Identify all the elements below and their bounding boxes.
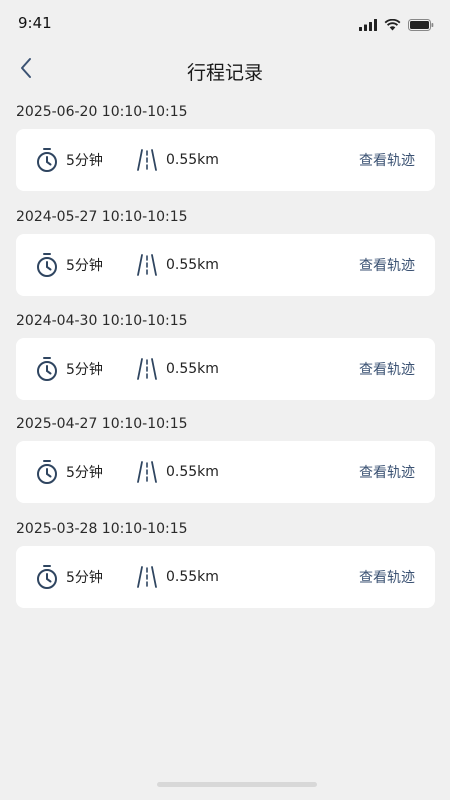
distance-stat: 0.55km [136, 338, 219, 400]
stopwatch-icon [36, 147, 58, 173]
road-icon [136, 148, 158, 172]
duration-value: 5分钟 [66, 570, 103, 586]
distance-stat: 0.55km [136, 129, 219, 191]
duration-stat: 5分钟 [36, 234, 103, 296]
duration-value: 5分钟 [66, 258, 103, 274]
view-track-link[interactable]: 查看轨迹 [359, 129, 415, 191]
distance-stat: 0.55km [136, 546, 219, 608]
record-card[interactable]: 5分钟 0.55km 查看轨迹 [16, 546, 435, 608]
wifi-icon [384, 16, 401, 35]
status-icons [359, 16, 434, 35]
duration-stat: 5分钟 [36, 338, 103, 400]
road-icon [136, 357, 158, 381]
view-track-link[interactable]: 查看轨迹 [359, 546, 415, 608]
record-card[interactable]: 5分钟 0.55km 查看轨迹 [16, 234, 435, 296]
status-time: 9:41 [18, 14, 52, 32]
status-bar: 9:41 [0, 0, 450, 46]
distance-value: 0.55km [166, 152, 219, 168]
duration-stat: 5分钟 [36, 129, 103, 191]
distance-value: 0.55km [166, 569, 219, 585]
record-date: 2024-04-30 10:10-10:15 [16, 313, 188, 329]
record-date: 2024-05-27 10:10-10:15 [16, 209, 188, 225]
record-card[interactable]: 5分钟 0.55km 查看轨迹 [16, 129, 435, 191]
duration-stat: 5分钟 [36, 441, 103, 503]
record-card[interactable]: 5分钟 0.55km 查看轨迹 [16, 441, 435, 503]
record-date: 2025-03-28 10:10-10:15 [16, 521, 188, 537]
signal-icon [359, 16, 377, 35]
view-track-link[interactable]: 查看轨迹 [359, 234, 415, 296]
distance-value: 0.55km [166, 361, 219, 377]
distance-stat: 0.55km [136, 234, 219, 296]
road-icon [136, 565, 158, 589]
duration-value: 5分钟 [66, 362, 103, 378]
distance-value: 0.55km [166, 257, 219, 273]
duration-value: 5分钟 [66, 153, 103, 169]
home-indicator[interactable] [157, 782, 317, 787]
distance-value: 0.55km [166, 464, 219, 480]
road-icon [136, 253, 158, 277]
battery-icon [408, 16, 434, 35]
stopwatch-icon [36, 459, 58, 485]
record-card[interactable]: 5分钟 0.55km 查看轨迹 [16, 338, 435, 400]
distance-stat: 0.55km [136, 441, 219, 503]
duration-value: 5分钟 [66, 465, 103, 481]
record-date: 2025-04-27 10:10-10:15 [16, 416, 188, 432]
record-date: 2025-06-20 10:10-10:15 [16, 104, 188, 120]
view-track-link[interactable]: 查看轨迹 [359, 338, 415, 400]
stopwatch-icon [36, 564, 58, 590]
view-track-link[interactable]: 查看轨迹 [359, 441, 415, 503]
duration-stat: 5分钟 [36, 546, 103, 608]
navigation-bar: 行程记录 [0, 46, 450, 94]
stopwatch-icon [36, 252, 58, 278]
trip-records-screen: 9:41 行程记录 2025-06-20 10:10-10:15 5分钟 0.5… [0, 0, 450, 800]
stopwatch-icon [36, 356, 58, 382]
road-icon [136, 460, 158, 484]
page-title: 行程记录 [186, 62, 263, 84]
